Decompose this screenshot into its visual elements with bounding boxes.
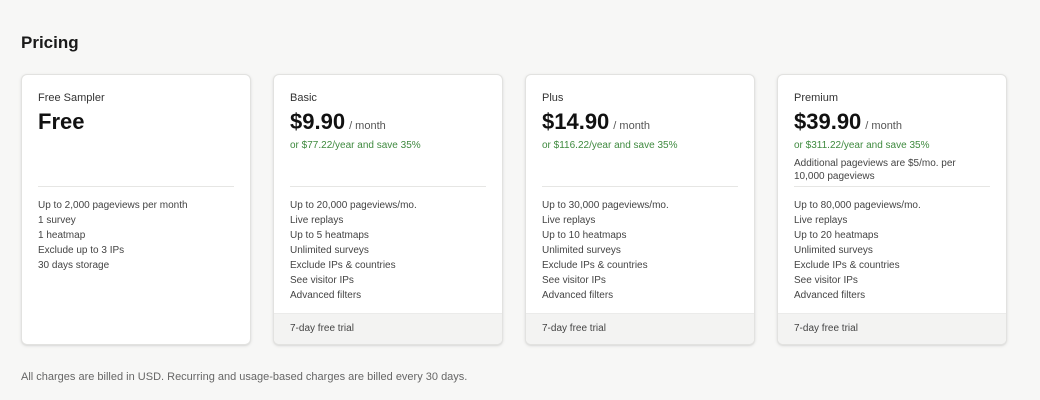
plan-header: Basic $9.90 / month or $77.22/year and s… (274, 75, 502, 187)
feature-item: Live replays (290, 215, 344, 226)
price-period: / month (865, 120, 902, 132)
feature-item: Exclude IPs & countries (794, 260, 900, 271)
feature-item: Up to 80,000 pageviews/mo. (794, 200, 921, 211)
feature-item: Live replays (794, 215, 848, 226)
feature-item: Unlimited surveys (290, 245, 369, 256)
feature-item: Exclude IPs & countries (542, 260, 648, 271)
feature-item: Exclude up to 3 IPs (38, 245, 125, 256)
feature-item: Unlimited surveys (794, 245, 873, 256)
divider (38, 186, 234, 187)
price-period: / month (349, 120, 386, 132)
divider (542, 186, 738, 187)
feature-item: Up to 20 heatmaps (794, 230, 879, 241)
feature-item: 1 survey (38, 215, 76, 226)
feature-item: Advanced filters (542, 290, 614, 301)
feature-item: Advanced filters (794, 290, 866, 301)
plan-price: $14.90 (542, 109, 610, 134)
price-row: $9.90 / month (290, 109, 486, 135)
feature-item: See visitor IPs (542, 275, 606, 286)
feature-item: Unlimited surveys (542, 245, 621, 256)
price-period: / month (613, 120, 650, 132)
feature-item: Up to 30,000 pageviews/mo. (542, 200, 669, 211)
divider (290, 186, 486, 187)
free-trial-footer[interactable]: 7-day free trial (526, 313, 754, 344)
feature-item: Live replays (542, 215, 596, 226)
price-row: $39.90 / month (794, 109, 990, 135)
page-title: Pricing (21, 33, 79, 52)
yearly-savings: or $311.22/year and save 35% (794, 140, 930, 151)
free-trial-footer[interactable]: 7-day free trial (778, 313, 1006, 344)
feature-item: Exclude IPs & countries (290, 260, 396, 271)
billing-footnote: All charges are billed in USD. Recurring… (21, 371, 468, 383)
feature-item: Advanced filters (290, 290, 362, 301)
feature-list: Up to 80,000 pageviews/mo. Live replays … (794, 198, 921, 303)
feature-item: See visitor IPs (794, 275, 858, 286)
feature-list: Up to 2,000 pageviews per month 1 survey… (38, 198, 188, 273)
price-row: Free (38, 109, 234, 135)
feature-item: 1 heatmap (38, 230, 86, 241)
pricing-cards: Free Sampler Free Up to 2,000 pageviews … (21, 74, 1007, 345)
feature-list: Up to 30,000 pageviews/mo. Live replays … (542, 198, 669, 303)
yearly-savings: or $77.22/year and save 35% (290, 140, 421, 151)
yearly-savings: or $116.22/year and save 35% (542, 140, 678, 151)
feature-item: 30 days storage (38, 260, 110, 271)
additional-pageviews-note: Additional pageviews are $5/mo. per 10,0… (794, 158, 956, 182)
plan-name: Free Sampler (38, 92, 105, 104)
plan-name: Plus (542, 92, 564, 104)
feature-item: Up to 5 heatmaps (290, 230, 369, 241)
plan-price: Free (38, 109, 85, 134)
feature-item: See visitor IPs (290, 275, 354, 286)
feature-item: Up to 20,000 pageviews/mo. (290, 200, 417, 211)
plan-name: Basic (290, 92, 317, 104)
plan-card-premium[interactable]: Premium $39.90 / month or $311.22/year a… (777, 74, 1007, 345)
feature-list: Up to 20,000 pageviews/mo. Live replays … (290, 198, 417, 303)
plan-name: Premium (794, 92, 839, 104)
feature-item: Up to 10 heatmaps (542, 230, 627, 241)
feature-item: Up to 2,000 pageviews per month (38, 200, 188, 211)
plan-card-free-sampler[interactable]: Free Sampler Free Up to 2,000 pageviews … (21, 74, 251, 345)
plan-price: $39.90 (794, 109, 862, 134)
plan-card-basic[interactable]: Basic $9.90 / month or $77.22/year and s… (273, 74, 503, 345)
plan-card-plus[interactable]: Plus $14.90 / month or $116.22/year and … (525, 74, 755, 345)
plan-header: Free Sampler Free (22, 75, 250, 187)
plan-header: Premium $39.90 / month or $311.22/year a… (778, 75, 1006, 187)
plan-price: $9.90 (290, 109, 346, 134)
divider (794, 186, 990, 187)
plan-header: Plus $14.90 / month or $116.22/year and … (526, 75, 754, 187)
free-trial-footer[interactable]: 7-day free trial (274, 313, 502, 344)
price-row: $14.90 / month (542, 109, 738, 135)
